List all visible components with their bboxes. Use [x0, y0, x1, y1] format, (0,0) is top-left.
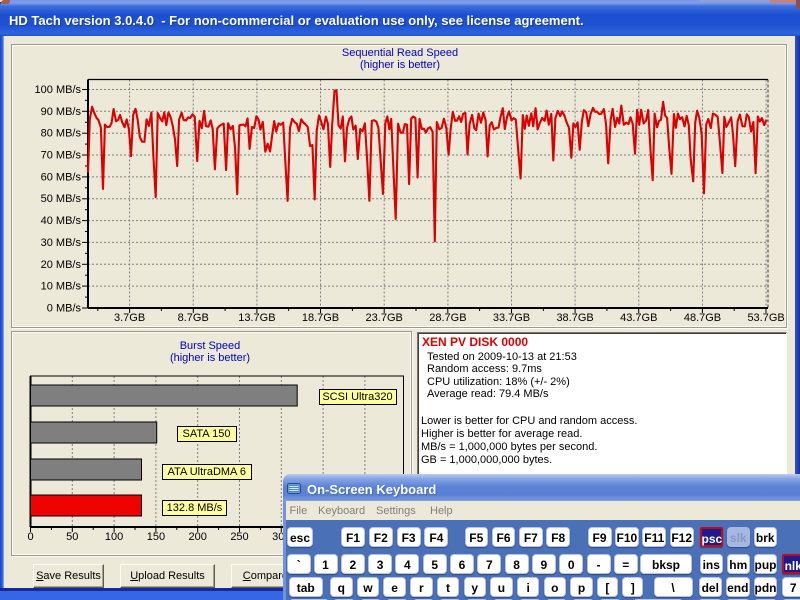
svg-text:10 MB/s: 10 MB/s — [41, 281, 82, 293]
svg-text:50: 50 — [66, 531, 78, 543]
svg-text:90 MB/s: 90 MB/s — [41, 106, 82, 118]
svg-text:50 MB/s: 50 MB/s — [41, 193, 82, 205]
svg-text:48.7GB: 48.7GB — [684, 312, 721, 324]
svg-text:200: 200 — [189, 531, 207, 543]
svg-text:28.7GB: 28.7GB — [429, 312, 466, 324]
svg-text:53.7GB: 53.7GB — [747, 312, 784, 324]
svg-text:40 MB/s: 40 MB/s — [41, 215, 82, 227]
svg-text:38.7GB: 38.7GB — [556, 312, 593, 324]
svg-text:8.7GB: 8.7GB — [178, 312, 209, 324]
svg-text:23.7GB: 23.7GB — [366, 312, 403, 324]
svg-text:0: 0 — [27, 531, 33, 543]
svg-text:70 MB/s: 70 MB/s — [41, 150, 82, 162]
svg-text:0 MB/s: 0 MB/s — [47, 303, 82, 315]
svg-text:150: 150 — [147, 531, 165, 543]
svg-text:20 MB/s: 20 MB/s — [41, 259, 82, 271]
svg-text:18.7GB: 18.7GB — [302, 312, 339, 324]
svg-text:13.7GB: 13.7GB — [238, 312, 275, 324]
svg-text:43.7GB: 43.7GB — [620, 312, 657, 324]
svg-text:33.7GB: 33.7GB — [493, 312, 530, 324]
svg-text:3.7GB: 3.7GB — [114, 312, 145, 324]
svg-text:30 MB/s: 30 MB/s — [41, 237, 82, 249]
svg-text:60 MB/s: 60 MB/s — [41, 171, 82, 183]
svg-text:100 MB/s: 100 MB/s — [35, 84, 82, 96]
svg-text:100: 100 — [105, 531, 123, 543]
svg-text:250: 250 — [230, 531, 248, 543]
svg-text:80 MB/s: 80 MB/s — [41, 128, 82, 140]
